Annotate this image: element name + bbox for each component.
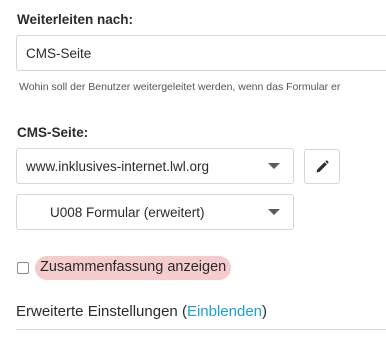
summary-checkbox[interactable] xyxy=(17,262,29,274)
summary-label[interactable]: Zusammenfassung anzeigen xyxy=(35,256,232,280)
show-advanced-link[interactable]: Einblenden xyxy=(187,303,262,320)
cms-page-label: CMS-Seite: xyxy=(17,125,89,140)
redirect-help-text: Wohin soll der Benutzer weitergeleitet w… xyxy=(19,81,341,93)
redirect-label: Weiterleiten nach: xyxy=(17,12,134,27)
chevron-down-icon xyxy=(268,209,280,215)
advanced-close-paren: ) xyxy=(262,303,268,320)
pencil-icon xyxy=(316,159,329,172)
cms-site-select[interactable]: www.inklusives-internet.lwl.org xyxy=(16,148,294,184)
advanced-settings-text: Erweiterte Einstellungen xyxy=(16,303,178,320)
cms-page-selected-value: U008 Formular (erweitert) xyxy=(50,204,205,220)
edit-page-button[interactable] xyxy=(304,149,340,184)
redirect-selected-value: CMS-Seite xyxy=(26,45,92,61)
chevron-down-icon xyxy=(268,163,280,169)
advanced-settings-row: Erweiterte Einstellungen (Einblenden) xyxy=(16,303,267,320)
advanced-divider xyxy=(16,329,386,330)
cms-page-select[interactable]: U008 Formular (erweitert) xyxy=(16,194,294,230)
redirect-select[interactable]: CMS-Seite xyxy=(16,35,386,71)
cms-site-selected-value: www.inklusives-internet.lwl.org xyxy=(26,158,210,174)
